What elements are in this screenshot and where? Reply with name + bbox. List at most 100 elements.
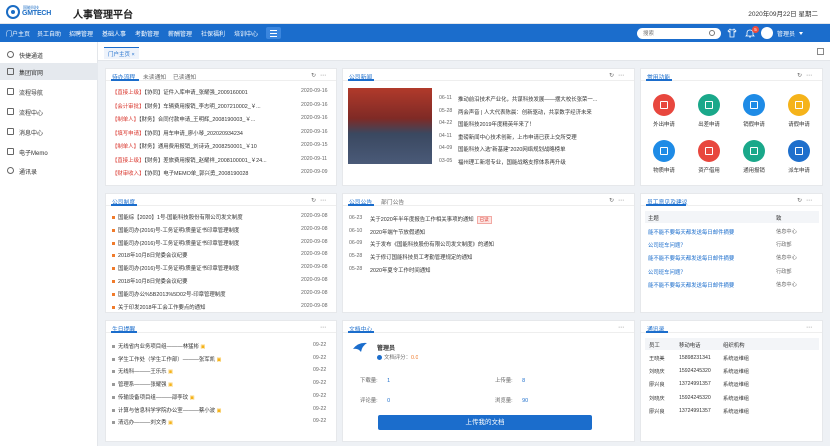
birthday-item[interactable]: 清远办———刘文秀 ▣	[112, 418, 302, 426]
feedback-topic[interactable]: 能不能不要每天都发送每日邮件摘要	[648, 228, 773, 236]
policy-item[interactable]: 国能司办公%5B2013%5D02号-印章管理制度	[112, 290, 297, 298]
contact-name[interactable]: 刘晓庆	[649, 368, 665, 375]
more-icon[interactable]: ⋯	[806, 324, 816, 331]
news-item[interactable]: 两会声音 | 人大代表陈晨：创新驱动，共享数字经济未来	[458, 108, 630, 116]
workflow-row[interactable]: 【财审收入】【协同】电子MEMO单_郭兴勇_2008190028	[112, 169, 297, 177]
go-out-icon[interactable]	[653, 94, 675, 116]
nav-item-payroll[interactable]: 薪酬管理	[168, 29, 192, 38]
cake-icon: ▣	[168, 420, 174, 427]
contact-name[interactable]: 廖兴良	[649, 381, 665, 388]
refresh-more-icons[interactable]: ↻⋯	[797, 72, 816, 79]
refresh-more-icons[interactable]: ↻⋯	[609, 72, 628, 79]
notice-item[interactable]: 2020年端午节放假通知	[370, 228, 610, 236]
workflow-row[interactable]: 【制单人】【财务】合同付款申请_王明辉_2008190003_￥...	[112, 115, 297, 123]
refresh-more-icons[interactable]: ↻⋯	[609, 197, 628, 204]
contact-name[interactable]: 刘晓庆	[649, 395, 665, 402]
car-icon[interactable]	[788, 140, 810, 162]
feedback-topic[interactable]: 公司班车问题？	[648, 241, 773, 249]
policy-item[interactable]: 国能司办(2016)号-工务证明/质量证书印章管理制度	[112, 226, 297, 234]
menu-icon[interactable]	[266, 27, 281, 39]
quick-label[interactable]: 资产借用	[689, 166, 729, 174]
workflow-date: 2020-09-15	[301, 142, 328, 148]
sidebar-item-flow-center[interactable]: 流程中心	[0, 103, 98, 120]
nav-item-recruitment[interactable]: 招聘管理	[69, 29, 93, 38]
workflow-row[interactable]: 【直接上级】【协同】证件入库申请_张耀强_2009160001	[112, 88, 297, 96]
news-item[interactable]: 重磅新闻中心技术创新，上市申请已获上交所受理	[458, 133, 630, 141]
tab-unread-notice[interactable]: 未读通知	[143, 72, 166, 81]
notice-item[interactable]: 关于修订国能科技员工考勤管理规定的通知	[370, 253, 610, 261]
company-logo[interactable]: 国能科技 GMTECH	[6, 4, 51, 20]
notice-item[interactable]: 关于2020年半年度报告工作相关事项的通知 已读	[370, 215, 610, 224]
nav-item-portal[interactable]: 门户主页	[6, 29, 30, 38]
sidebar-item-website[interactable]: 集团官网	[0, 63, 98, 80]
user-avatar[interactable]	[761, 27, 773, 39]
quick-label[interactable]: 派车申请	[779, 166, 819, 174]
contact-name[interactable]: 廖兴良	[649, 408, 665, 415]
sidebar-item-flow-nav[interactable]: 流程导航	[0, 83, 98, 100]
leave-cancel-icon[interactable]	[743, 94, 765, 116]
travel-icon[interactable]	[698, 94, 720, 116]
workflow-row[interactable]: 【填写申请】【协同】用车申请_廖小琴_202020934234	[112, 129, 297, 137]
more-icon[interactable]: ⋯	[618, 324, 628, 331]
feedback-topic[interactable]: 能不能不要每天都发送每日邮件摘要	[648, 254, 773, 262]
workflow-row[interactable]: 【制单人】【财务】通用费用报销_刘诗诗_2008250001_￥10	[112, 142, 297, 150]
feedback-panel: 员工意见及建议 ↻⋯ 主题 致 能不能不要每天都发送每日邮件摘要 信息中心 公司班车…	[640, 193, 823, 313]
birthday-item[interactable]: 计算与信息科学学院办公室———蔡小波 ▣	[112, 406, 302, 414]
policy-item[interactable]: 国能司办(2016)号-工务证明/质量证书印章管理制度	[112, 239, 297, 247]
tab-portal[interactable]: 门户主页 ×	[104, 47, 139, 59]
tab-read-notice[interactable]: 已读通知	[173, 72, 196, 81]
workflow-row[interactable]: 【直接上级】【财务】差旅费用报销_赵耀祥_2008100001_￥24...	[112, 156, 297, 164]
more-icon[interactable]: ⋯	[320, 324, 330, 331]
nav-item-welfare[interactable]: 社保福利	[201, 29, 225, 38]
sidebar-item-contacts[interactable]: 通讯录	[0, 162, 98, 179]
nav-item-personnel[interactable]: 基础人事	[102, 29, 126, 38]
quick-label[interactable]: 销假申请	[734, 120, 774, 128]
chevron-down-icon[interactable]	[799, 32, 803, 35]
nav-item-training[interactable]: 培训中心	[234, 29, 258, 38]
birthday-item[interactable]: 学生工作处（学生工作部）———张军凯 ▣	[112, 355, 302, 363]
clothing-icon[interactable]	[727, 28, 737, 38]
feedback-topic[interactable]: 能不能不要每天都发送每日邮件摘要	[648, 281, 773, 289]
policy-item[interactable]: 国能综【2020】1号-国能科技股份有限公司发文制度	[112, 213, 297, 221]
refresh-more-icons[interactable]: ↻⋯	[311, 72, 330, 79]
reimburse-icon[interactable]	[743, 140, 765, 162]
quick-label[interactable]: 通用报销	[734, 166, 774, 174]
news-item[interactable]: 推动前沿技术产业化，共谋科技发展——摆大校长张荣一...	[458, 95, 630, 103]
birthday-item[interactable]: 无线科———王乐乐 ▣	[112, 367, 302, 375]
sidebar-item-shortcuts[interactable]: 快捷通道	[0, 46, 98, 63]
news-item[interactable]: 国能科技入选"新基建"2020网络规划战略榜单	[458, 145, 630, 153]
contact-name[interactable]: 王晓美	[649, 355, 665, 362]
search-icon[interactable]	[709, 30, 715, 36]
supply-icon[interactable]	[653, 140, 675, 162]
notice-item[interactable]: 2020年夏令工作时间通知	[370, 266, 610, 274]
news-image[interactable]	[348, 88, 432, 164]
user-name[interactable]: 管理员	[777, 29, 795, 38]
nav-item-attendance[interactable]: 考勤管理	[135, 29, 159, 38]
leave-icon[interactable]	[788, 94, 810, 116]
feedback-topic[interactable]: 公司班车问题？	[648, 268, 773, 276]
birthday-item[interactable]: 传输设备项目组———邵李玟 ▣	[112, 393, 302, 401]
refresh-more-icons[interactable]: ↻⋯	[311, 197, 330, 204]
notice-item[interactable]: 关于发布《国能科技股份有限公司发文制度》的通知	[370, 240, 610, 248]
birthday-item[interactable]: 无线省内业务项目组———林猛彬 ▣	[112, 342, 302, 350]
workflow-row[interactable]: 【会计审批】【财务】车辆费用报销_李志明_2007210002_￥...	[112, 102, 297, 110]
policy-item[interactable]: 国能司办(2016)号-工务证明/质量证书印章管理制度	[112, 264, 297, 272]
news-item[interactable]: 福州理工新增专业，国能战略支撑体系再升级	[458, 158, 630, 166]
sidebar-item-messages[interactable]: 消息中心	[0, 123, 98, 140]
policy-item[interactable]: 关于印发2018年工会工作要点的通知	[112, 303, 297, 311]
tab-dept-notice[interactable]: 部门公告	[381, 197, 404, 206]
asset-icon[interactable]	[698, 140, 720, 162]
quick-label[interactable]: 出差申请	[689, 120, 729, 128]
quick-label[interactable]: 外出申请	[644, 120, 684, 128]
refresh-more-icons[interactable]: ↻⋯	[797, 197, 816, 204]
quick-label[interactable]: 请假申请	[779, 120, 819, 128]
quick-label[interactable]: 物质申请	[644, 166, 684, 174]
policy-item[interactable]: 2018年10月8日党委会议纪要	[112, 251, 297, 259]
upload-doc-button[interactable]: 上传我的文档	[378, 415, 592, 430]
fullscreen-icon[interactable]	[817, 48, 824, 55]
birthday-item[interactable]: 管理系———张耀强 ▣	[112, 380, 302, 388]
policy-item[interactable]: 2018年10月8日党委会议纪要	[112, 277, 297, 285]
nav-item-self-service[interactable]: 员工自助	[37, 29, 61, 38]
news-item[interactable]: 国能科技2019年度精英年来了！	[458, 120, 630, 128]
sidebar-item-memo[interactable]: 电子Memo	[0, 143, 98, 160]
